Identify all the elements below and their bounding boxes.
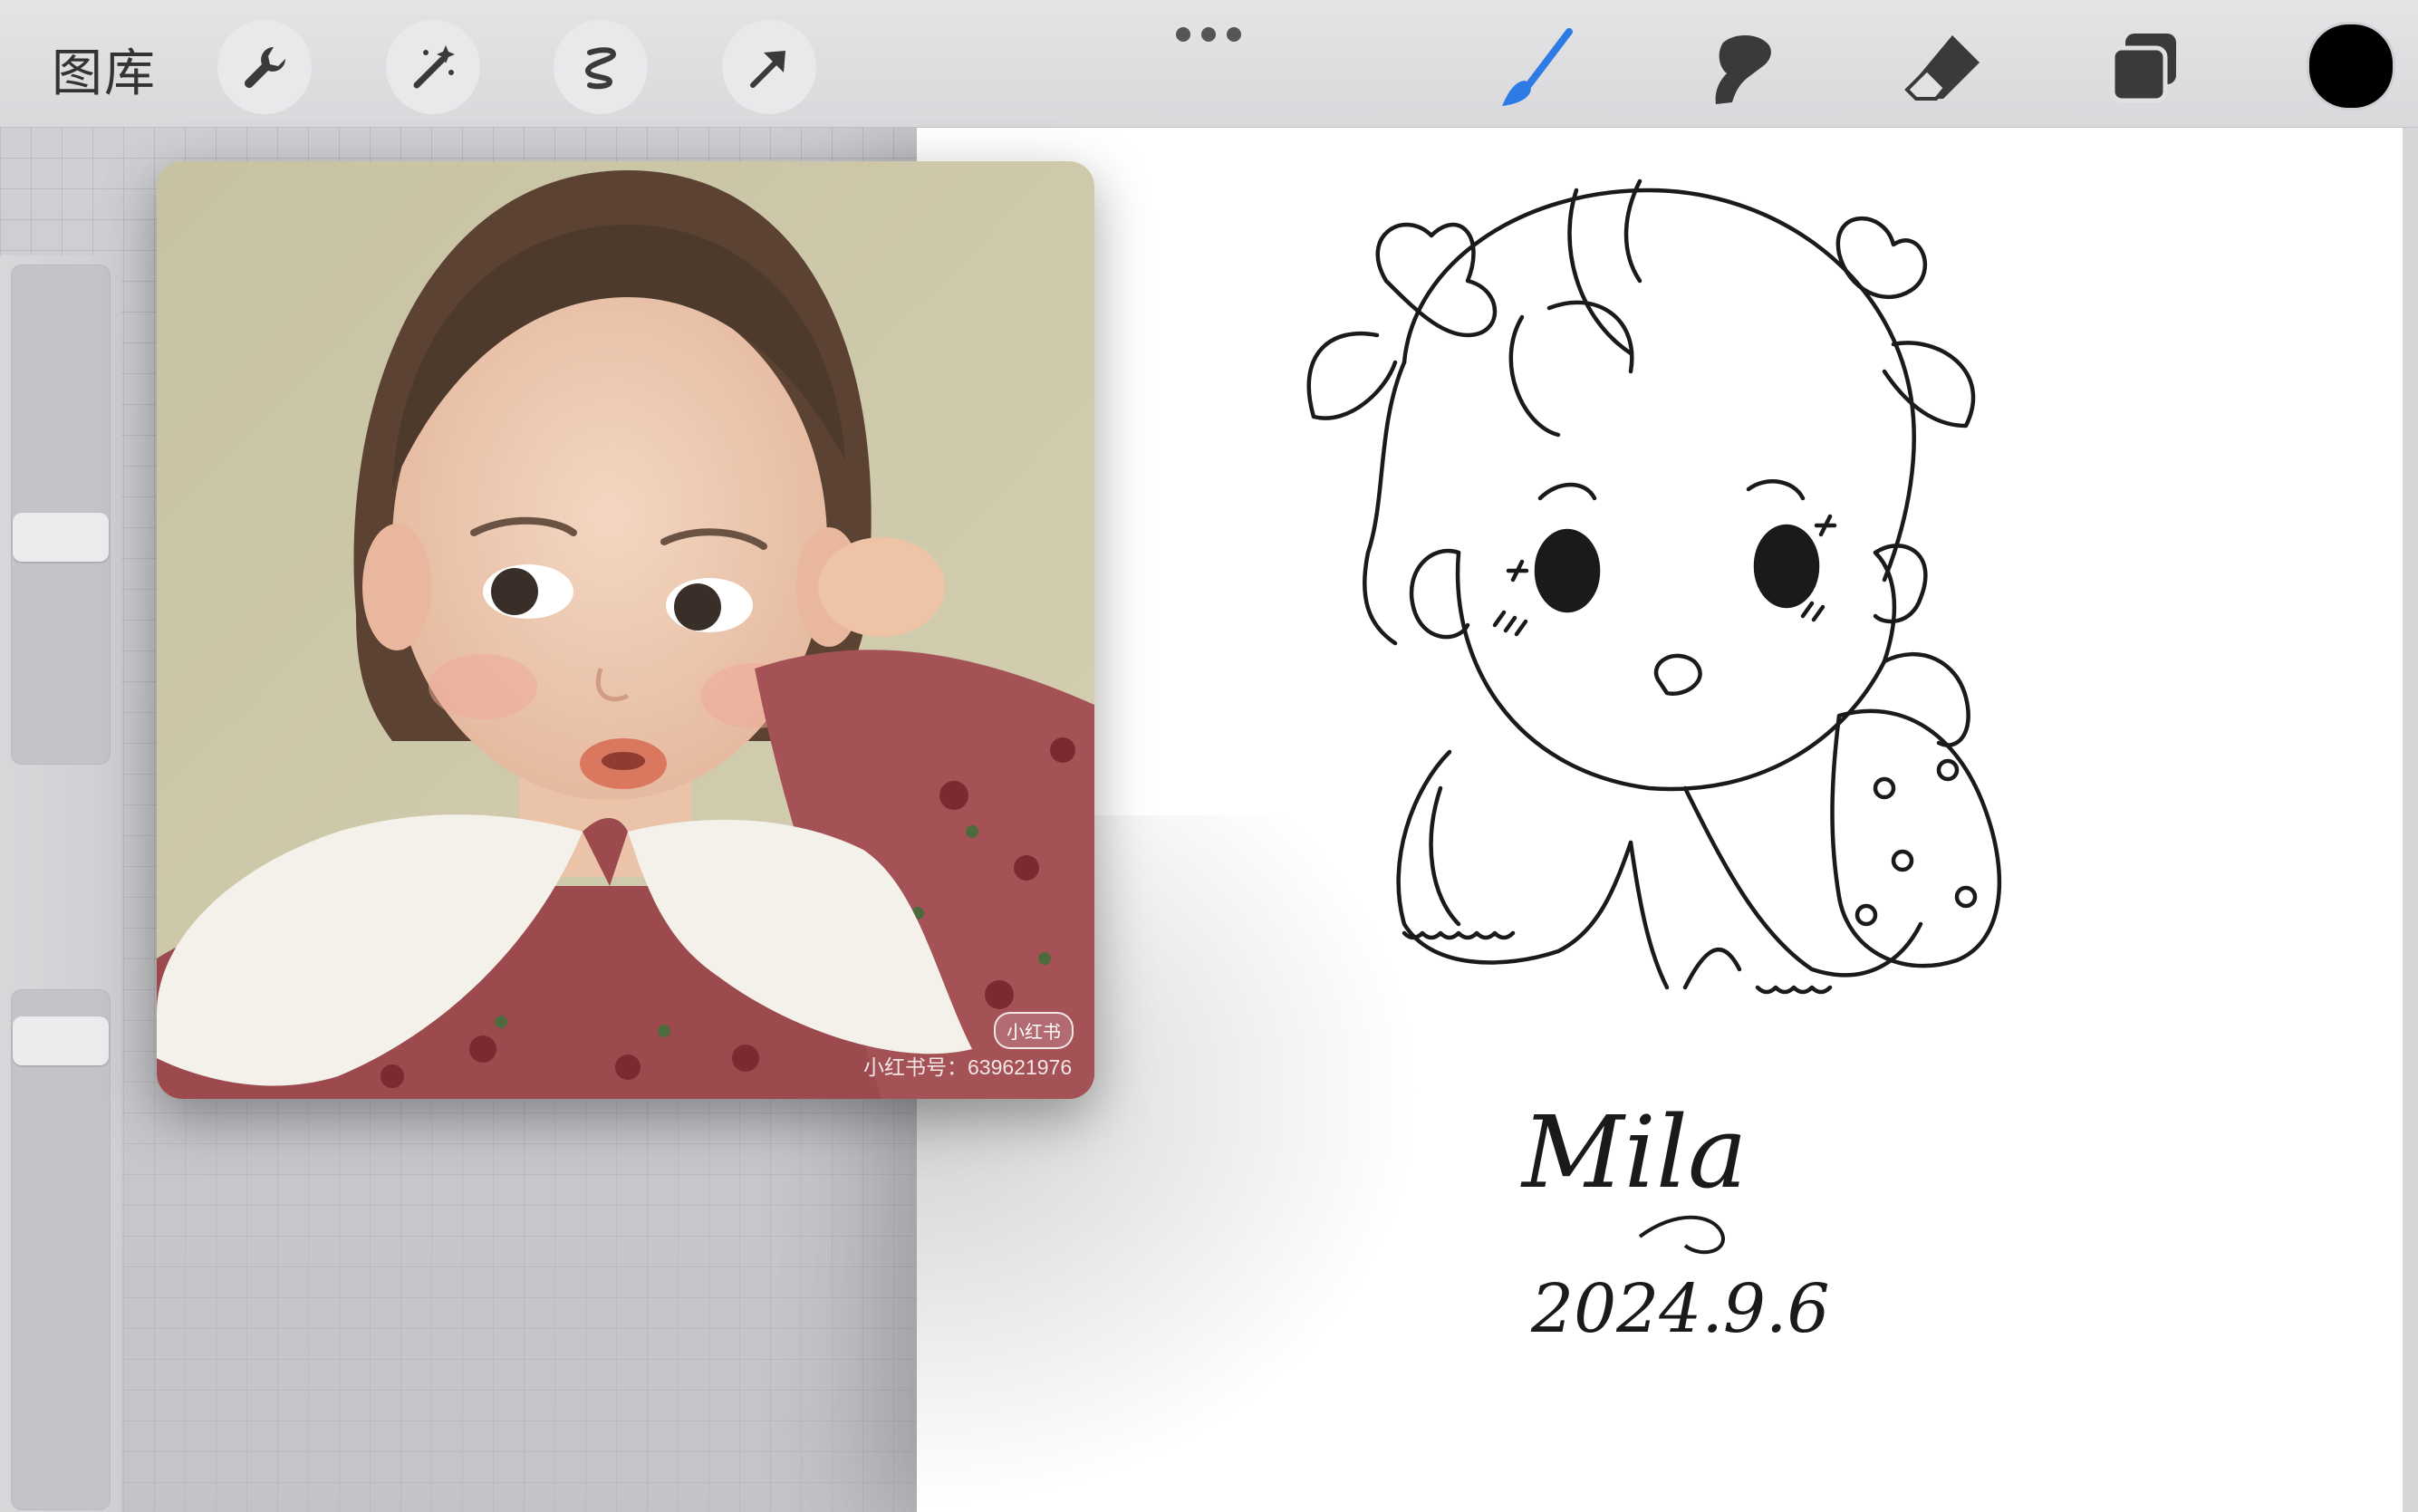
selection-button[interactable] [554, 20, 648, 114]
brush-size-slider[interactable] [11, 265, 111, 765]
brush-icon [1502, 28, 1573, 106]
opacity-slider[interactable] [11, 989, 111, 1510]
canvas-edge [2403, 127, 2418, 1512]
eraser-icon [1904, 35, 1980, 101]
transform-arrow-icon [750, 51, 785, 88]
transform-button[interactable] [722, 20, 816, 114]
sketch-drawing: Mila 2024.9.6 [1306, 178, 2002, 1348]
date-text: 2024.9.6 [1530, 1270, 1830, 1348]
signature-text: Mila [1520, 1094, 1748, 1210]
selection-icon [584, 47, 617, 90]
photo-watermark-caption: 小红书号：639621976 [863, 1055, 1073, 1079]
wrench-icon [245, 47, 285, 89]
smudge-tool-button[interactable] [1690, 18, 1789, 118]
smudge-icon [1715, 34, 1771, 104]
reference-photo [157, 161, 1094, 1099]
left-sidebar [0, 255, 121, 1512]
top-toolbar: 图库 [0, 0, 2418, 128]
gallery-button[interactable]: 图库 [52, 33, 157, 106]
actions-button[interactable] [217, 20, 312, 114]
photo-watermark-logo: 小红书 [994, 1012, 1074, 1049]
brush-size-thumb[interactable] [13, 512, 109, 562]
opacity-thumb[interactable] [13, 1016, 109, 1065]
color-picker-button[interactable] [2307, 22, 2395, 111]
more-options-icon[interactable] [1176, 25, 1241, 43]
eraser-tool-button[interactable] [1893, 18, 1993, 118]
adjustments-button[interactable] [386, 20, 480, 114]
brush-tool-button[interactable] [1487, 18, 1586, 118]
magic-wand-icon [413, 45, 455, 89]
layers-icon [2110, 34, 2176, 103]
reference-image[interactable] [157, 161, 1094, 1099]
layers-button[interactable] [2095, 18, 2195, 118]
